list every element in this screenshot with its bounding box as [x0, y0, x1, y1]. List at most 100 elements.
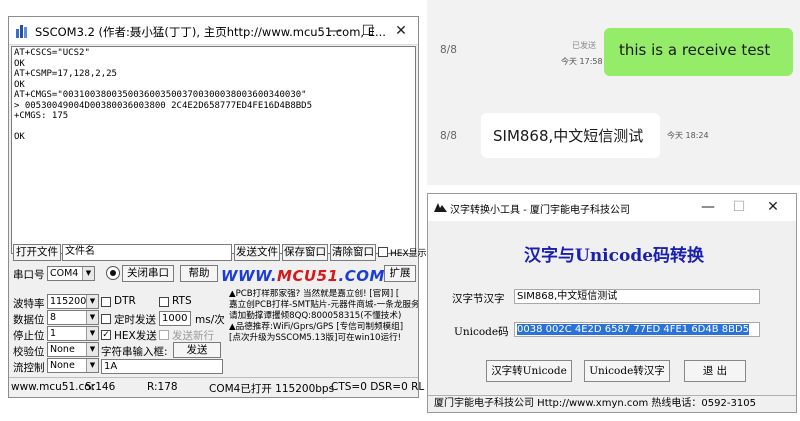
terminal-line: AT+CSCS="UCS2" — [14, 48, 90, 58]
send-button[interactable]: 发送 — [173, 342, 221, 358]
chat-date-1: 8/8 — [440, 44, 457, 56]
flow-control-select[interactable]: None ▼ — [47, 358, 99, 373]
file-name-input[interactable]: 文件名 — [62, 244, 232, 261]
sms-chat-panel: 8/8 this is a receive test 已发送 今天 17:58 … — [427, 0, 800, 185]
to-hanzi-button[interactable]: Unicode转汉字 — [584, 360, 670, 382]
hex-display-checkbox[interactable] — [378, 247, 388, 257]
hanzi-input[interactable]: SIM868,中文短信测试 — [514, 289, 760, 304]
send-interval-input[interactable]: 1000 — [159, 311, 191, 326]
chevron-down-icon: ▼ — [86, 359, 98, 372]
stop-bits-select[interactable]: 1 ▼ — [47, 326, 99, 341]
hex-send-checkbox[interactable]: ✓ — [101, 330, 111, 340]
ad-line[interactable]: ▲品德推荐:WiFi/Gprs/GPS [专信司制频模组] — [229, 322, 418, 333]
stop-bits-value: 1 — [50, 328, 57, 339]
sscom-titlebar[interactable]: SSCOM3.2 (作者:聂小猛(丁丁), 主页http://www.mcu51… — [9, 17, 418, 45]
ad-line[interactable]: 请加勤撑谭攫倾8QQ:800058315(不懂技术) — [229, 311, 418, 322]
status-sent: S:146 — [85, 381, 116, 393]
sscom-statusbar: www.mcu51.cor S:146 R:178 COM4已打开 115200… — [9, 377, 424, 397]
chat-date-2: 8/8 — [440, 130, 457, 142]
chevron-down-icon: ▼ — [86, 295, 98, 308]
baud-value: 115200 — [50, 296, 87, 307]
exit-button[interactable]: 退 出 — [684, 360, 746, 382]
hex-send-label: HEX发送 — [114, 330, 157, 342]
open-file-button[interactable]: 打开文件 — [13, 244, 61, 261]
rts-label: RTS — [172, 295, 192, 307]
sent-message-text: this is a receive test — [619, 41, 771, 59]
chevron-down-icon: ▼ — [82, 267, 94, 280]
terminal-line: AT+CSMP=17,128,2,25 — [14, 69, 117, 79]
converter-window: 汉字转换小工具 - 厦门宇能电子科技公司 — ☐ ✕ 汉字与Unicode码转换… — [427, 193, 797, 413]
send-string-input[interactable]: 1A — [101, 359, 223, 374]
rts-checkbox[interactable] — [159, 297, 169, 307]
chevron-down-icon: ▼ — [86, 343, 98, 356]
chevron-down-icon: ▼ — [86, 327, 98, 340]
dtr-checkbox[interactable] — [101, 297, 111, 307]
sscom-app-icon — [16, 25, 27, 38]
maximize-button[interactable]: ☐ — [353, 20, 383, 42]
logo-part-1: WWW. — [221, 267, 278, 285]
send-newline-checkbox[interactable] — [159, 330, 169, 340]
data-bits-label: 数据位 — [13, 314, 45, 326]
hanzi-label: 汉字节汉字 — [452, 293, 505, 305]
sscom-window: SSCOM3.2 (作者:聂小猛(丁丁), 主页http://www.mcu51… — [8, 16, 427, 398]
port-value: COM4 — [50, 268, 79, 279]
parity-label: 校验位 — [13, 346, 45, 358]
send-file-button[interactable]: 发送文件 — [234, 244, 280, 261]
mcu51-logo: WWW.MCU51.COM — [221, 267, 385, 285]
ad-line[interactable]: ▲PCB打样那家强? 当然就是嘉立创! [官网] [ — [229, 289, 418, 300]
timed-send-label: 定时发送 — [114, 314, 156, 326]
status-port: COM4已打开 115200bps — [209, 383, 335, 395]
converter-titlebar[interactable]: 汉字转换小工具 - 厦门宇能电子科技公司 — ☐ ✕ — [428, 194, 796, 221]
received-time: 今天 18:24 — [667, 131, 709, 140]
help-button[interactable]: 帮助 — [180, 265, 218, 282]
ad-line[interactable]: 嘉立创PCB打样-SMT贴片-元器件商城-一条龙服务 — [229, 300, 418, 311]
status-site: www.mcu51.cor — [11, 381, 96, 393]
timed-send-checkbox[interactable] — [101, 314, 111, 324]
ad-panel[interactable]: ▲PCB打样那家强? 当然就是嘉立创! [官网] [嘉立创PCB打样-SMT贴片… — [229, 289, 418, 355]
terminal-line: AT+CMGS="0031003800350036003500370030003… — [14, 90, 307, 100]
converter-close-button[interactable]: ✕ — [758, 196, 788, 218]
baud-label: 波特率 — [13, 298, 45, 310]
sent-status: 已发送 — [572, 41, 596, 50]
ad-line[interactable]: [点次升级为SSCOM5.13版]可在win10运行! — [229, 333, 418, 344]
close-button[interactable]: ✕ — [386, 20, 416, 42]
minimize-button[interactable]: — — [320, 20, 350, 42]
flow-control-label: 流控制 — [13, 362, 45, 374]
converter-heading: 汉字与Unicode码转换 — [524, 246, 705, 266]
converter-title: 汉字转换小工具 - 厦门宇能电子科技公司 — [450, 205, 630, 216]
chevron-down-icon: ▼ — [86, 311, 98, 324]
to-unicode-button[interactable]: 汉字转Unicode — [486, 360, 572, 382]
parity-select[interactable]: None ▼ — [47, 342, 99, 357]
stop-bits-label: 停止位 — [13, 330, 45, 342]
receive-terminal[interactable]: AT+CSCS="UCS2" OK AT+CSMP=17,128,2,25 OK AT+… — [11, 46, 416, 254]
port-select[interactable]: COM4 ▼ — [47, 266, 95, 281]
converter-minimize-button[interactable]: — — [693, 196, 723, 218]
logo-part-2: MCU51 — [277, 267, 339, 285]
clear-window-button[interactable]: 清除窗口 — [330, 244, 376, 261]
expand-button[interactable]: 扩展 — [384, 265, 416, 282]
data-bits-select[interactable]: 8 ▼ — [47, 310, 99, 325]
save-window-button[interactable]: 保存窗口 — [282, 244, 328, 261]
unicode-label: Unicode码 — [454, 326, 509, 338]
baud-select[interactable]: 115200 ▼ — [47, 294, 99, 309]
unicode-value: 0038 002C 4E2D 6587 77ED 4FE1 6D4B 8BD5 — [517, 324, 750, 335]
received-message-text: SIM868,中文短信测试 — [493, 127, 644, 145]
parity-value: None — [50, 344, 75, 355]
port-status-icon — [106, 266, 120, 280]
terminal-line: +CMGS: 175 — [14, 111, 69, 121]
logo-part-3: .COM — [338, 267, 385, 285]
close-port-button[interactable]: 关闭串口 — [122, 265, 174, 282]
converter-statusbar: 厦门宇能电子科技公司 Http://www.xmyn.com 热线电话：0592… — [428, 395, 796, 412]
converter-maximize-button[interactable]: ☐ — [724, 196, 754, 218]
terminal-line: OK — [14, 132, 25, 142]
status-signals: CTS=0 DSR=0 RL — [331, 381, 425, 393]
received-message-bubble[interactable]: SIM868,中文短信测试 — [481, 113, 660, 158]
terminal-line: > 00530049004D00380036003800 2C4E2D65877… — [14, 100, 313, 111]
send-newline-label: 发送新行 — [172, 330, 214, 342]
interval-unit-label: ms/次 — [195, 314, 225, 326]
sent-message-bubble[interactable]: this is a receive test — [604, 28, 793, 76]
unicode-input[interactable]: 0038 002C 4E2D 6587 77ED 4FE1 6D4B 8BD5 — [514, 322, 760, 337]
sent-time: 今天 17:58 — [561, 57, 603, 66]
status-recv: R:178 — [147, 381, 178, 393]
